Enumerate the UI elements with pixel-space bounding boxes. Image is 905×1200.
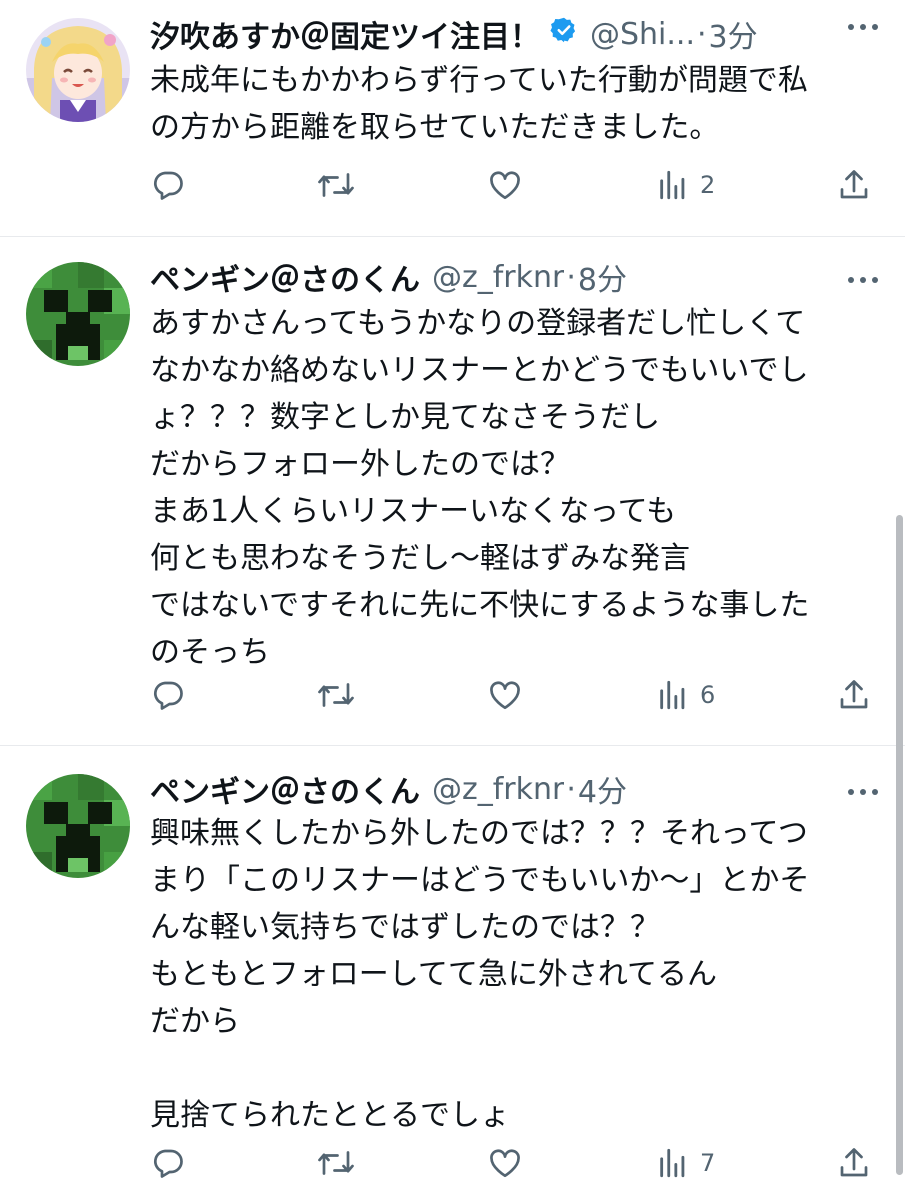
views-button[interactable]: 2 <box>656 160 715 210</box>
avatar[interactable] <box>26 262 130 366</box>
creeper-avatar-image <box>26 262 130 366</box>
more-icon[interactable] <box>845 783 881 802</box>
reply-button[interactable] <box>150 1138 196 1188</box>
views-count: 7 <box>700 1149 716 1177</box>
tweet-text: あすかさんってもうかなりの登録者だし忙しくて なかなか絡めないリスナーとかどうで… <box>150 306 810 670</box>
anime-girl-avatar-image <box>26 18 130 122</box>
reply-icon <box>150 677 186 713</box>
action-bar: 2 <box>0 160 905 210</box>
like-icon <box>486 677 524 713</box>
views-count: 2 <box>700 171 716 199</box>
display-name[interactable]: 汐吹あすか＠固定ツイ注目！ <box>150 12 540 56</box>
retweet-icon <box>316 677 356 713</box>
reply-button[interactable] <box>150 670 196 720</box>
action-bar: 7 <box>0 1138 905 1188</box>
retweet-button[interactable] <box>316 670 366 720</box>
like-button[interactable] <box>486 670 534 720</box>
handle[interactable]: @z_frknr <box>432 260 564 295</box>
action-bar: 6 <box>0 670 905 720</box>
tweet-header: ペンギン＠さのくん @z_frknr · 8分 <box>150 252 885 302</box>
like-icon <box>486 1145 524 1181</box>
verified-badge-icon <box>550 16 578 52</box>
separator-dot: · <box>697 16 707 52</box>
handle[interactable]: @z_frknr <box>432 772 564 807</box>
timestamp[interactable]: 4分 <box>578 767 627 811</box>
tweet-header: ペンギン＠さのくん @z_frknr · 4分 <box>150 764 885 814</box>
separator-dot: · <box>566 259 576 295</box>
tweet[interactable]: ペンギン＠さのくん @z_frknr · 8分 あすかさんってもうかなりの登録者… <box>0 237 905 745</box>
views-icon <box>656 1145 690 1181</box>
tweet[interactable]: 汐吹あすか＠固定ツイ注目！ @Shi... · 3分 未成年にもかかわらず行って… <box>0 0 905 236</box>
like-icon <box>486 167 524 203</box>
retweet-button[interactable] <box>316 1138 366 1188</box>
share-button[interactable] <box>836 670 872 720</box>
separator-dot: · <box>566 771 576 807</box>
timeline: 汐吹あすか＠固定ツイ注目！ @Shi... · 3分 未成年にもかかわらず行って… <box>0 0 905 1200</box>
more-icon[interactable] <box>845 271 881 290</box>
views-icon <box>656 167 690 203</box>
tweet-header: 汐吹あすか＠固定ツイ注目！ @Shi... · 3分 <box>150 9 885 59</box>
reply-button[interactable] <box>150 160 196 210</box>
share-icon <box>836 1145 872 1181</box>
more-icon[interactable] <box>845 18 881 37</box>
creeper-avatar-image <box>26 774 130 878</box>
display-name[interactable]: ペンギン＠さのくん <box>150 767 420 811</box>
tweet[interactable]: ペンギン＠さのくん @z_frknr · 4分 興味無くしたから外したのでは？？… <box>0 746 905 1200</box>
retweet-icon <box>316 167 356 203</box>
share-icon <box>836 167 872 203</box>
views-icon <box>656 677 690 713</box>
like-button[interactable] <box>486 1138 534 1188</box>
avatar[interactable] <box>26 18 130 122</box>
avatar[interactable] <box>26 774 130 878</box>
share-button[interactable] <box>836 160 872 210</box>
retweet-button[interactable] <box>316 160 366 210</box>
views-button[interactable]: 7 <box>656 1138 715 1188</box>
views-button[interactable]: 6 <box>656 670 715 720</box>
retweet-icon <box>316 1145 356 1181</box>
tweet-text: 興味無くしたから外したのでは？？？それってつ まり「このリスナーはどうでもいいか… <box>150 816 810 1133</box>
reply-icon <box>150 167 186 203</box>
display-name[interactable]: ペンギン＠さのくん <box>150 255 420 299</box>
share-icon <box>836 677 872 713</box>
views-count: 6 <box>700 681 716 709</box>
tweet-text: 未成年にもかかわらず行っていた行動が問題で私 の方から距離を取らせていただきまし… <box>150 63 808 145</box>
like-button[interactable] <box>486 160 534 210</box>
handle[interactable]: @Shi... <box>590 17 695 52</box>
timestamp[interactable]: 3分 <box>709 12 758 56</box>
timestamp[interactable]: 8分 <box>578 255 627 299</box>
share-button[interactable] <box>836 1138 872 1188</box>
scrollbar[interactable] <box>896 515 903 1175</box>
reply-icon <box>150 1145 186 1181</box>
